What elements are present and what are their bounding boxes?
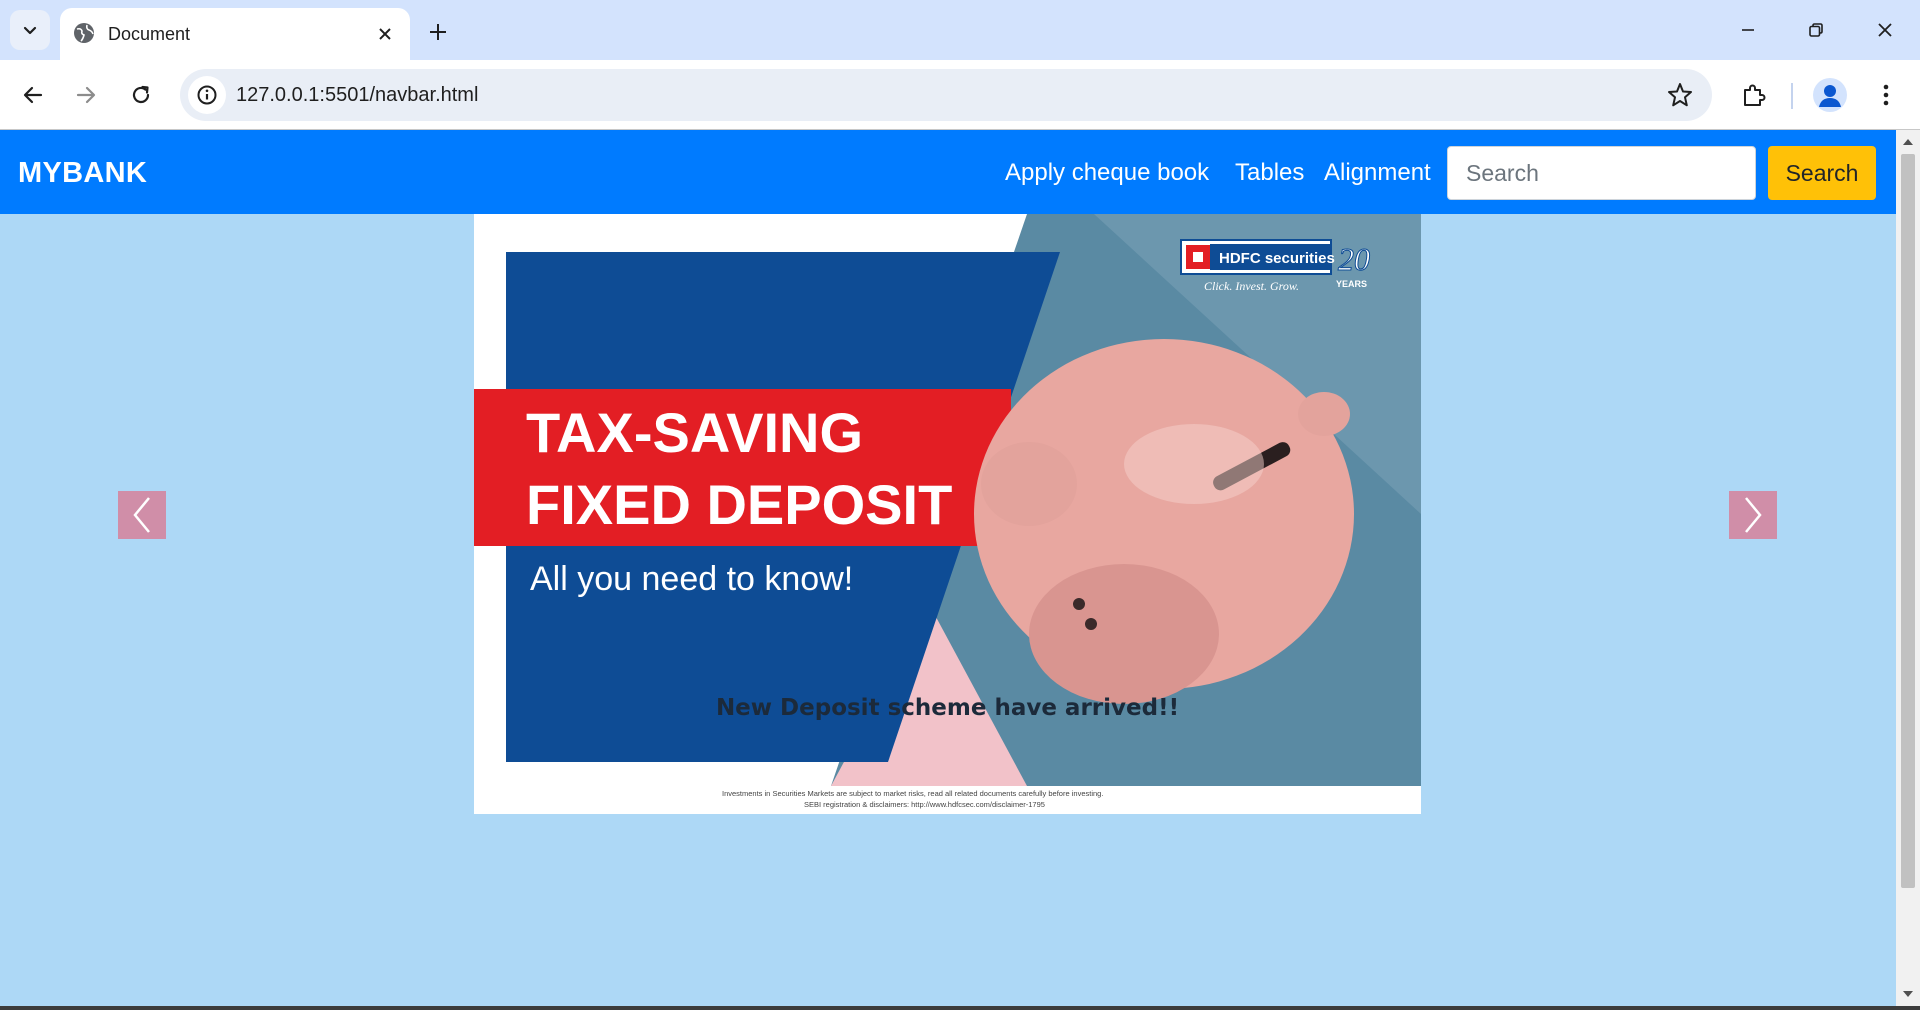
banner-disclaimer-line1: Investments in Securities Markets are su…	[722, 789, 1103, 798]
plus-icon	[430, 24, 446, 40]
scroll-up-button[interactable]	[1896, 134, 1920, 150]
star-icon[interactable]	[1666, 81, 1694, 109]
globe-icon	[74, 23, 94, 43]
page-scrollbar[interactable]	[1896, 130, 1920, 1006]
chevron-right-icon	[1745, 497, 1762, 533]
restore-button[interactable]	[1792, 10, 1840, 50]
url-text[interactable]: 127.0.0.1:5501/navbar.html	[236, 82, 478, 108]
banner-logo-text: HDFC securities	[1219, 250, 1335, 267]
close-window-button[interactable]	[1861, 10, 1909, 50]
extensions-button[interactable]	[1734, 75, 1774, 115]
site-navbar: MYBANK Apply cheque book Tables Alignmen…	[0, 130, 1896, 214]
page-viewport: MYBANK Apply cheque book Tables Alignmen…	[0, 130, 1896, 1006]
fixed-deposit-banner: HDFC securities Click. Invest. Grow. 20 …	[474, 214, 1421, 814]
browser-toolbar: 127.0.0.1:5501/navbar.html	[0, 60, 1920, 130]
tab-search-button[interactable]	[10, 10, 50, 50]
browser-tabstrip: Document	[0, 0, 1920, 60]
banner-headline-line1: TAX-SAVING	[526, 401, 863, 464]
person-icon	[1819, 85, 1841, 107]
search-button[interactable]: Search	[1768, 146, 1876, 200]
banner-years-number: 20	[1338, 241, 1370, 277]
banner-disclaimer-line2: SEBI registration & disclaimers: http://…	[804, 800, 1045, 809]
carousel-caption: New Deposit scheme have arrived!!	[715, 695, 1180, 721]
nav-link-tables[interactable]: Tables	[1235, 158, 1304, 188]
new-tab-button[interactable]	[420, 14, 456, 50]
tab-title: Document	[108, 24, 191, 44]
forward-arrow-icon	[76, 86, 96, 104]
close-icon	[379, 28, 391, 40]
close-icon	[1878, 23, 1892, 37]
tab-close-button[interactable]	[372, 21, 398, 47]
nav-link-apply-cheque-book[interactable]: Apply cheque book	[1005, 158, 1209, 188]
forward-button[interactable]	[66, 75, 106, 115]
minimize-icon	[1742, 29, 1754, 31]
reload-icon	[132, 85, 150, 104]
info-icon	[197, 85, 217, 105]
profile-button[interactable]	[1813, 78, 1847, 112]
banner-years-label: YEARS	[1336, 279, 1367, 289]
chevron-down-icon	[23, 26, 37, 35]
reload-button[interactable]	[121, 75, 161, 115]
carousel-next-button[interactable]	[1729, 491, 1777, 539]
banner-subheadline: All you need to know!	[530, 560, 853, 598]
window-bottom-edge	[0, 1006, 1920, 1010]
scroll-down-arrow-icon	[1903, 991, 1913, 997]
brand-logo[interactable]: MYBANK	[18, 156, 147, 190]
chevron-left-icon	[133, 497, 150, 533]
back-arrow-icon	[23, 86, 43, 104]
minimize-button[interactable]	[1724, 10, 1772, 50]
scroll-down-button[interactable]	[1896, 986, 1920, 1002]
nav-link-alignment[interactable]: Alignment	[1324, 158, 1431, 188]
browser-tab[interactable]: Document	[60, 8, 410, 60]
browser-menu-button[interactable]	[1866, 75, 1906, 115]
address-bar[interactable]: 127.0.0.1:5501/navbar.html	[180, 69, 1712, 121]
toolbar-divider	[1791, 83, 1793, 109]
puzzle-icon	[1744, 84, 1766, 106]
site-info-button[interactable]	[188, 76, 226, 114]
banner-headline-line2: FIXED DEPOSIT	[526, 473, 952, 536]
kebab-menu-icon	[1883, 84, 1889, 106]
carousel-prev-button[interactable]	[118, 491, 166, 539]
scroll-thumb[interactable]	[1901, 154, 1915, 888]
banner-logo-tagline: Click. Invest. Grow.	[1204, 279, 1299, 293]
scroll-up-arrow-icon	[1903, 139, 1913, 145]
restore-icon	[1809, 23, 1823, 37]
back-button[interactable]	[13, 75, 53, 115]
carousel-slide-image: HDFC securities Click. Invest. Grow. 20 …	[474, 214, 1421, 814]
search-input[interactable]	[1447, 146, 1756, 200]
